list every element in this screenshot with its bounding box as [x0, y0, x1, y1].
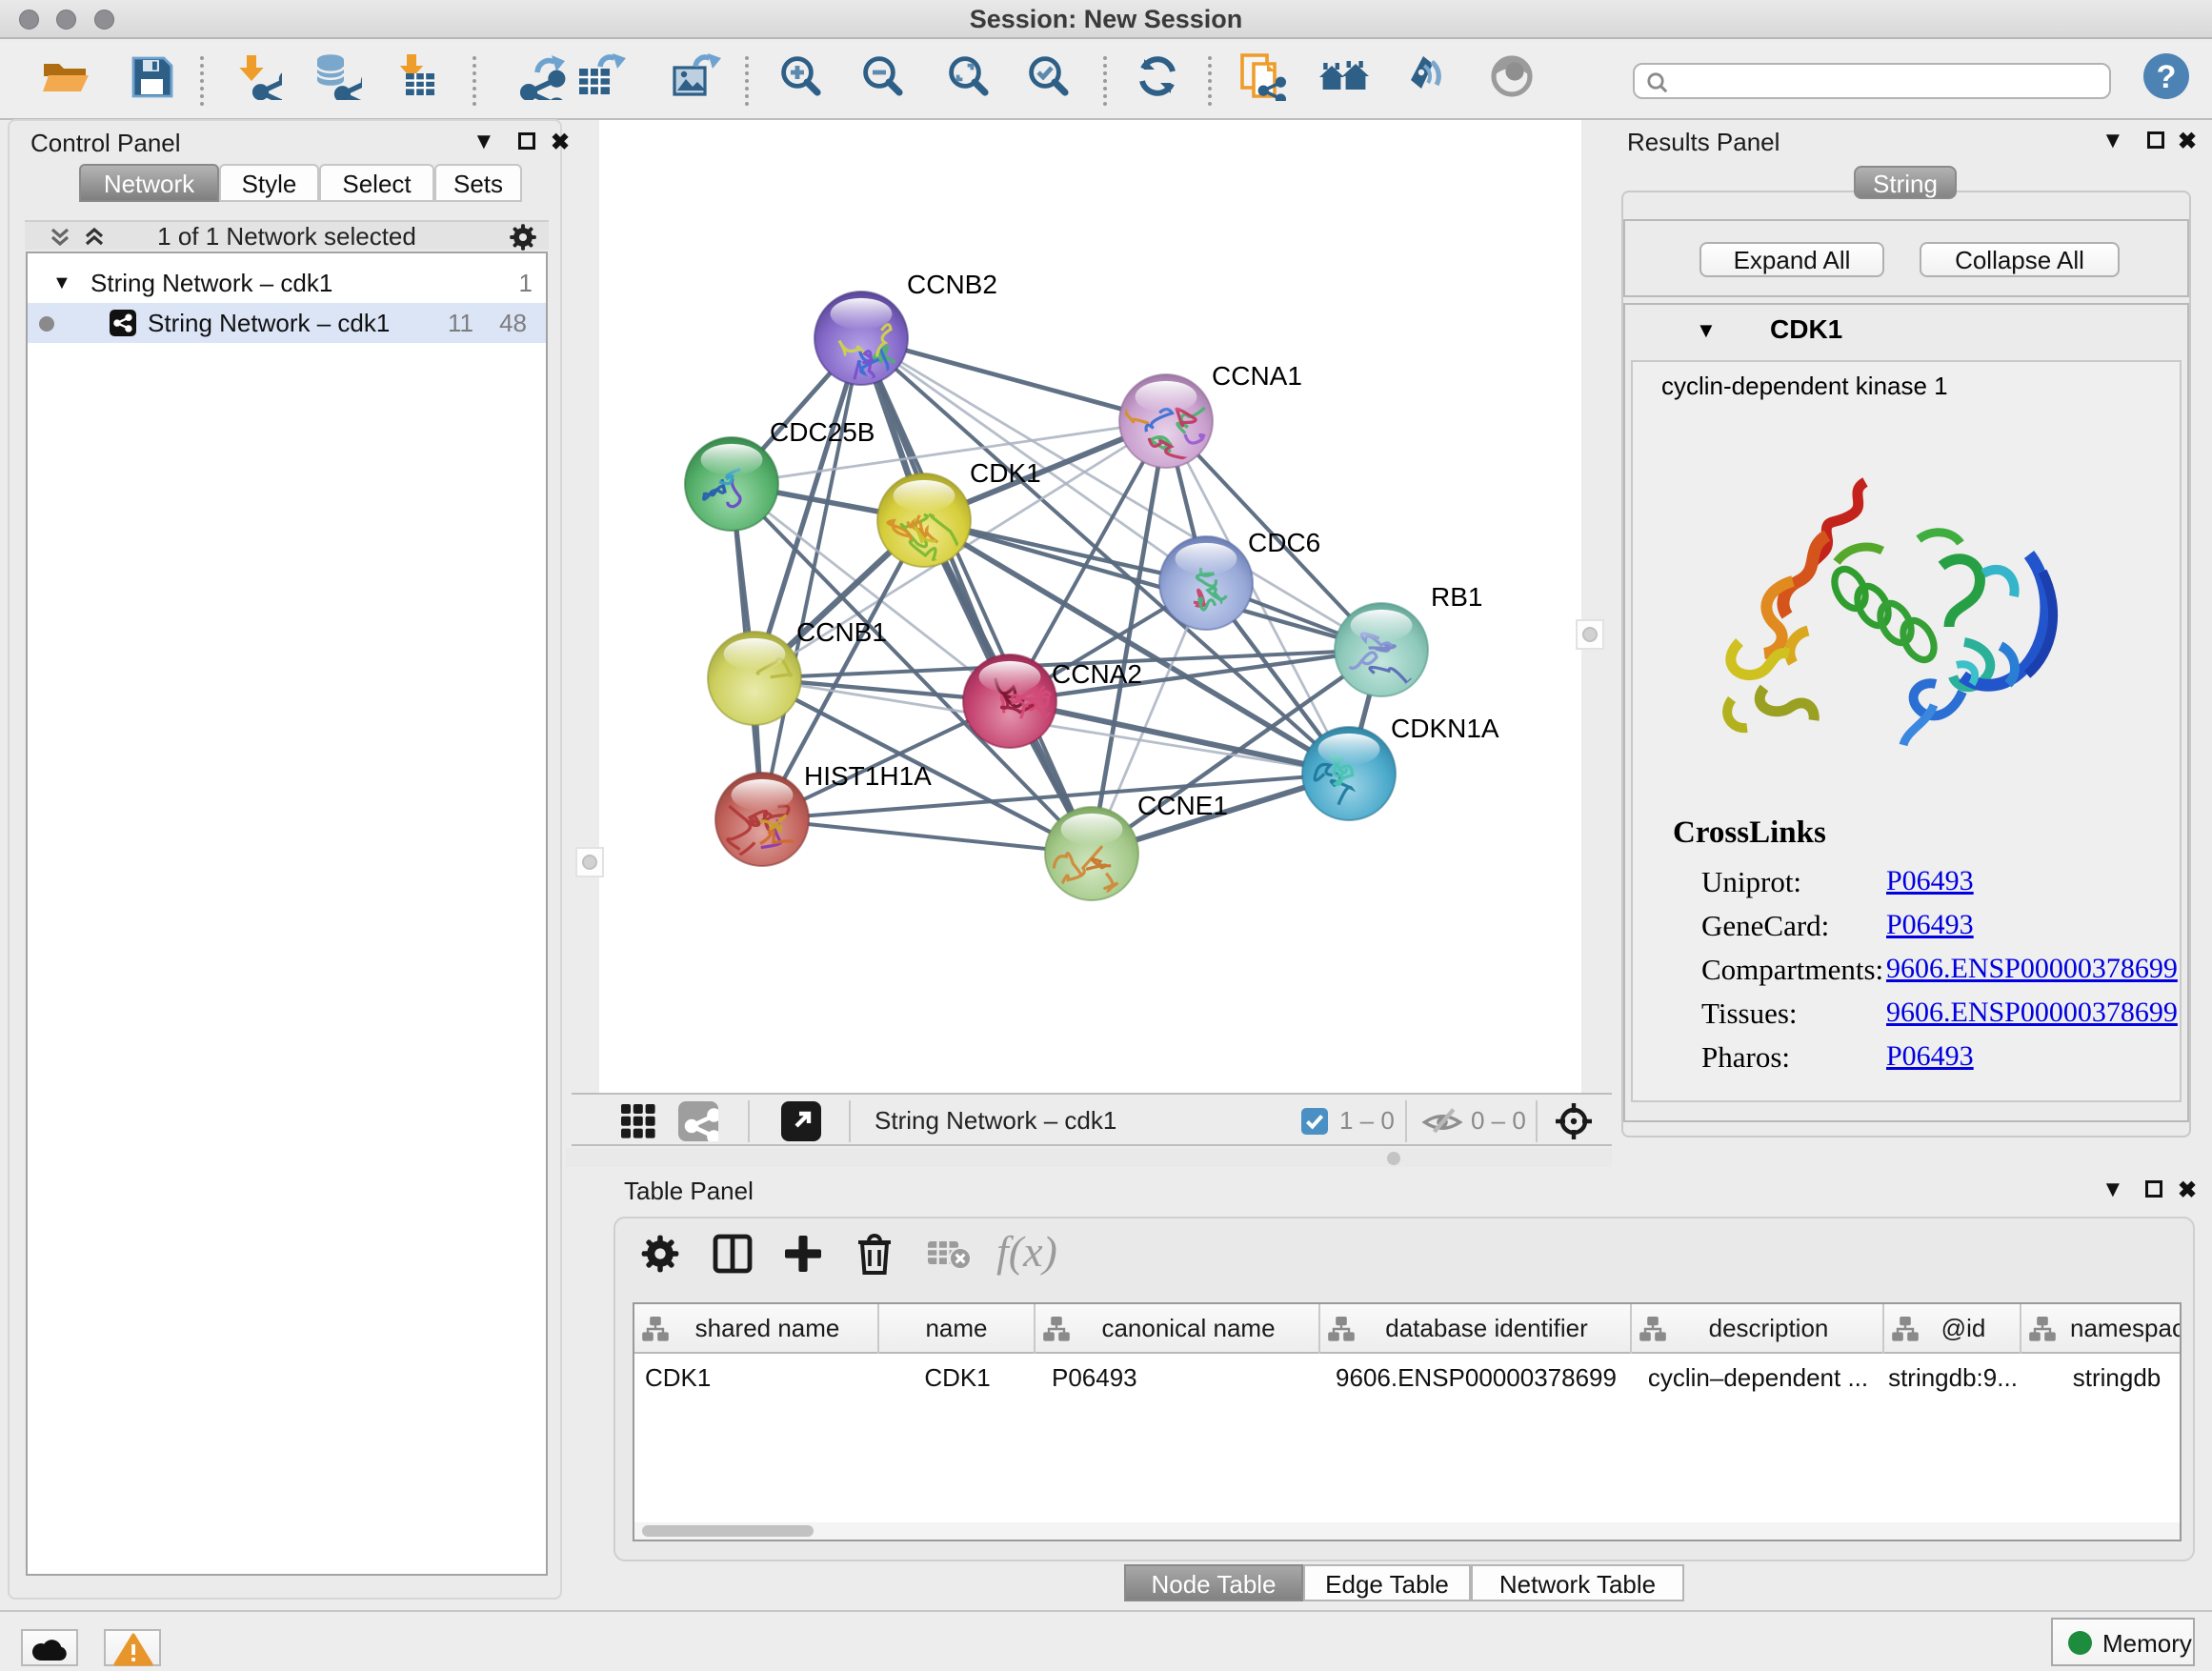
svg-text:CDK1: CDK1 — [970, 458, 1041, 488]
svg-text:RB1: RB1 — [1431, 582, 1482, 612]
svg-text:HIST1H1A: HIST1H1A — [804, 761, 932, 791]
svg-text:CDC25B: CDC25B — [770, 417, 875, 447]
svg-text:CDKN1A: CDKN1A — [1391, 714, 1499, 743]
svg-text:CCNB2: CCNB2 — [907, 270, 997, 299]
svg-text:CCNE1: CCNE1 — [1137, 791, 1228, 820]
svg-text:CDC6: CDC6 — [1248, 528, 1320, 557]
svg-text:CCNA2: CCNA2 — [1052, 659, 1142, 689]
svg-text:?: ? — [2157, 59, 2177, 95]
svg-text:CCNB1: CCNB1 — [796, 617, 887, 647]
svg-text:CCNA1: CCNA1 — [1212, 361, 1302, 391]
